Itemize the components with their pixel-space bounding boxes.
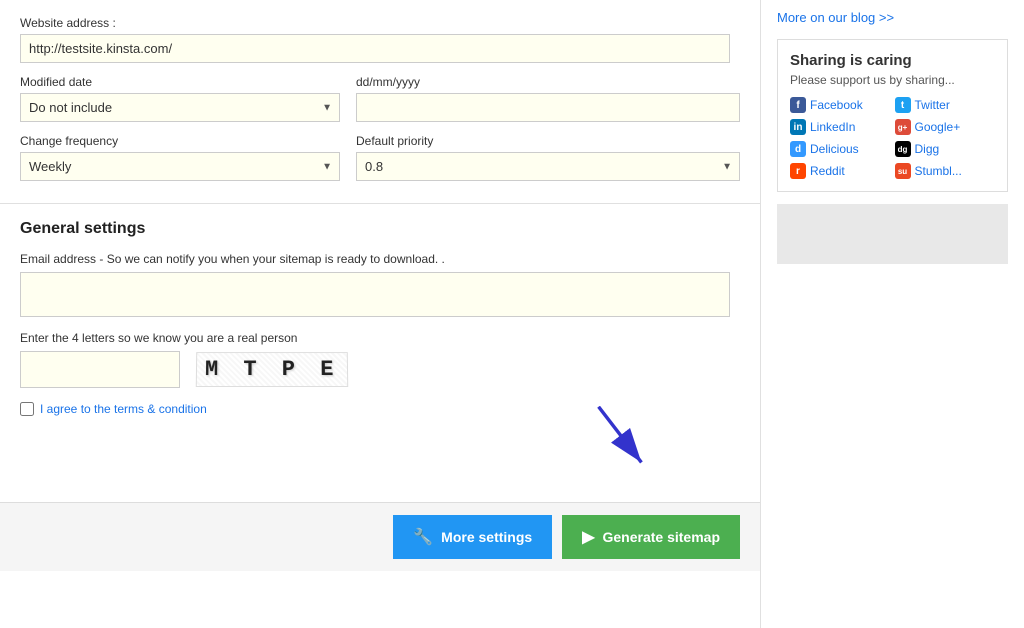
delicious-icon: d: [790, 141, 806, 157]
linkedin-icon: in: [790, 119, 806, 135]
default-priority-label: Default priority: [356, 134, 740, 148]
sharing-title: Sharing is caring: [790, 52, 995, 69]
wrench-icon: 🔧: [413, 527, 433, 547]
digg-icon: dg: [895, 141, 911, 157]
default-priority-dropdown[interactable]: 0.00.10.20.3 0.40.50.60.7 0.80.91.0 ▼: [356, 152, 740, 181]
modified-date-label: Modified date: [20, 75, 340, 89]
more-settings-button[interactable]: 🔧 More settings: [393, 515, 552, 559]
website-address-label: Website address :: [20, 16, 740, 30]
sharing-card: Sharing is caring Please support us by s…: [777, 39, 1008, 192]
facebook-label: Facebook: [810, 98, 863, 112]
stumble-label: Stumbl...: [915, 164, 962, 178]
date-format-label: dd/mm/yyyy: [356, 75, 740, 89]
reddit-label: Reddit: [810, 164, 845, 178]
sidebar: More on our blog >> Sharing is caring Pl…: [760, 0, 1024, 628]
arrow-area: [20, 426, 740, 486]
modified-date-select[interactable]: Do not include Today Last modified: [20, 93, 340, 122]
stumble-icon: su: [895, 163, 911, 179]
sharing-item-digg[interactable]: dg Digg: [895, 141, 996, 157]
facebook-icon: f: [790, 97, 806, 113]
sharing-item-reddit[interactable]: r Reddit: [790, 163, 891, 179]
captcha-input[interactable]: [20, 351, 180, 388]
terms-checkbox[interactable]: [20, 402, 34, 416]
blog-link[interactable]: More on our blog >>: [777, 10, 1008, 25]
google-label: Google+: [915, 120, 961, 134]
sharing-grid: f Facebook t Twitter in LinkedIn g+ Goog…: [790, 97, 995, 179]
sharing-subtitle: Please support us by sharing...: [790, 73, 995, 87]
sharing-item-facebook[interactable]: f Facebook: [790, 97, 891, 113]
change-frequency-select[interactable]: Always Hourly Daily Weekly Monthly Yearl…: [20, 152, 340, 181]
generate-sitemap-button[interactable]: ▶ Generate sitemap: [562, 515, 740, 559]
twitter-icon: t: [895, 97, 911, 113]
play-icon: ▶: [582, 527, 594, 547]
general-settings-title: General settings: [20, 220, 740, 238]
sharing-item-stumble[interactable]: su Stumbl...: [895, 163, 996, 179]
delicious-label: Delicious: [810, 142, 859, 156]
sharing-item-twitter[interactable]: t Twitter: [895, 97, 996, 113]
blue-arrow-icon: [590, 406, 650, 476]
change-frequency-label: Change frequency: [20, 134, 340, 148]
sidebar-gray-box: [777, 204, 1008, 264]
sharing-item-linkedin[interactable]: in LinkedIn: [790, 119, 891, 135]
linkedin-label: LinkedIn: [810, 120, 855, 134]
sharing-item-google[interactable]: g+ Google+: [895, 119, 996, 135]
google-icon: g+: [895, 119, 911, 135]
reddit-icon: r: [790, 163, 806, 179]
date-input[interactable]: [356, 93, 740, 122]
twitter-label: Twitter: [915, 98, 950, 112]
default-priority-select[interactable]: 0.00.10.20.3 0.40.50.60.7 0.80.91.0: [356, 152, 740, 181]
email-description: Email address - So we can notify you whe…: [20, 252, 740, 266]
bottom-buttons-bar: 🔧 More settings ▶ Generate sitemap: [0, 502, 760, 571]
email-input[interactable]: [20, 272, 730, 317]
captcha-label: Enter the 4 letters so we know you are a…: [20, 331, 740, 345]
modified-date-dropdown[interactable]: Do not include Today Last modified ▼: [20, 93, 340, 122]
sharing-item-delicious[interactable]: d Delicious: [790, 141, 891, 157]
website-address-input[interactable]: [20, 34, 730, 63]
change-frequency-dropdown[interactable]: Always Hourly Daily Weekly Monthly Yearl…: [20, 152, 340, 181]
captcha-image: M T P E: [196, 352, 349, 387]
terms-label[interactable]: I agree to the terms & condition: [40, 402, 207, 416]
generate-label: Generate sitemap: [603, 529, 721, 545]
digg-label: Digg: [915, 142, 940, 156]
more-settings-label: More settings: [441, 529, 532, 545]
